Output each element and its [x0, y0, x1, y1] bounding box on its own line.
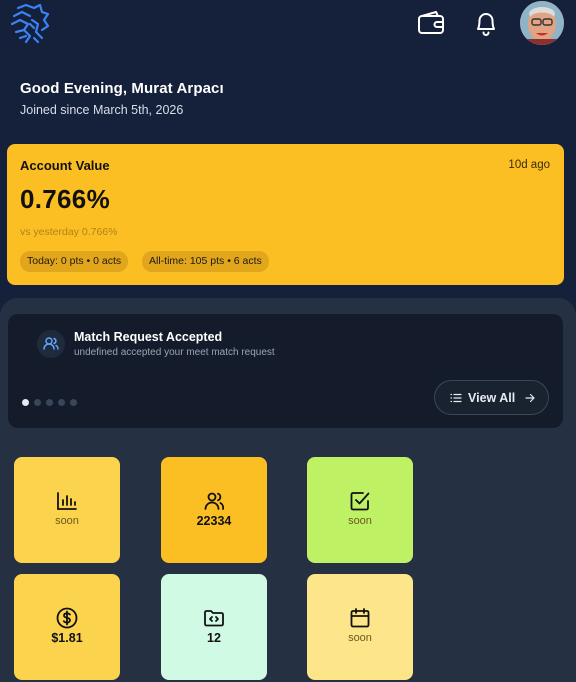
tile-value: $1.81 [51, 631, 83, 645]
alltime-stats-pill: All-time: 105 pts • 6 acts [142, 251, 269, 272]
carousel-dot[interactable] [34, 399, 41, 406]
projects-tile[interactable]: 12 [161, 574, 267, 680]
code-folder-icon [204, 610, 224, 627]
analytics-tile[interactable]: soon [14, 457, 120, 563]
calendar-tile[interactable]: soon [307, 574, 413, 680]
account-value-card[interactable]: Account Value 10d ago 0.766% vs yesterda… [7, 144, 564, 285]
last-updated-text: 10d ago [508, 159, 550, 171]
carousel-dot[interactable] [46, 399, 53, 406]
check-square-icon [350, 492, 370, 511]
tile-value: 12 [207, 631, 221, 645]
users-icon [204, 492, 225, 510]
calendar-icon [350, 608, 370, 628]
bar-chart-icon [57, 492, 77, 510]
account-value-label: Account Value [20, 158, 110, 173]
avatar[interactable] [520, 1, 564, 45]
bell-icon[interactable] [471, 8, 501, 38]
carousel-dot[interactable] [70, 399, 77, 406]
vs-yesterday-text: vs yesterday 0.766% [20, 226, 118, 238]
notification-subtitle: undefined accepted your meet match reque… [74, 347, 275, 358]
tile-text: soon [348, 515, 372, 527]
list-icon [450, 393, 462, 403]
lion-logo-icon[interactable] [8, 2, 54, 46]
tile-text: soon [348, 632, 372, 644]
wallet-icon[interactable] [416, 9, 446, 37]
today-stats-pill: Today: 0 pts • 0 acts [20, 251, 129, 272]
users-notification-icon [37, 330, 65, 358]
top-bar [0, 0, 576, 50]
joined-text: Joined since March 5th, 2026 [20, 103, 184, 117]
notification-title: Match Request Accepted [74, 330, 223, 344]
greeting-section: Good Evening, Murat Arpacı Joined since … [20, 80, 224, 117]
carousel-dot[interactable] [58, 399, 65, 406]
dollar-circle-icon [56, 607, 78, 629]
earnings-tile[interactable]: $1.81 [14, 574, 120, 680]
members-tile[interactable]: 22334 [161, 457, 267, 563]
account-value: 0.766% [20, 184, 110, 214]
tasks-tile[interactable]: soon [307, 457, 413, 563]
tile-text: soon [55, 515, 79, 527]
view-all-label: View All [468, 391, 516, 405]
notification-card[interactable]: Match Request Accepted undefined accepte… [8, 314, 563, 428]
arrow-right-icon [525, 393, 535, 403]
avatar-photo [520, 1, 564, 45]
view-all-button[interactable]: View All [434, 380, 549, 415]
greeting-title: Good Evening, Murat Arpacı [20, 80, 224, 97]
tile-value: 22334 [196, 514, 232, 528]
carousel-dot[interactable] [22, 399, 29, 406]
